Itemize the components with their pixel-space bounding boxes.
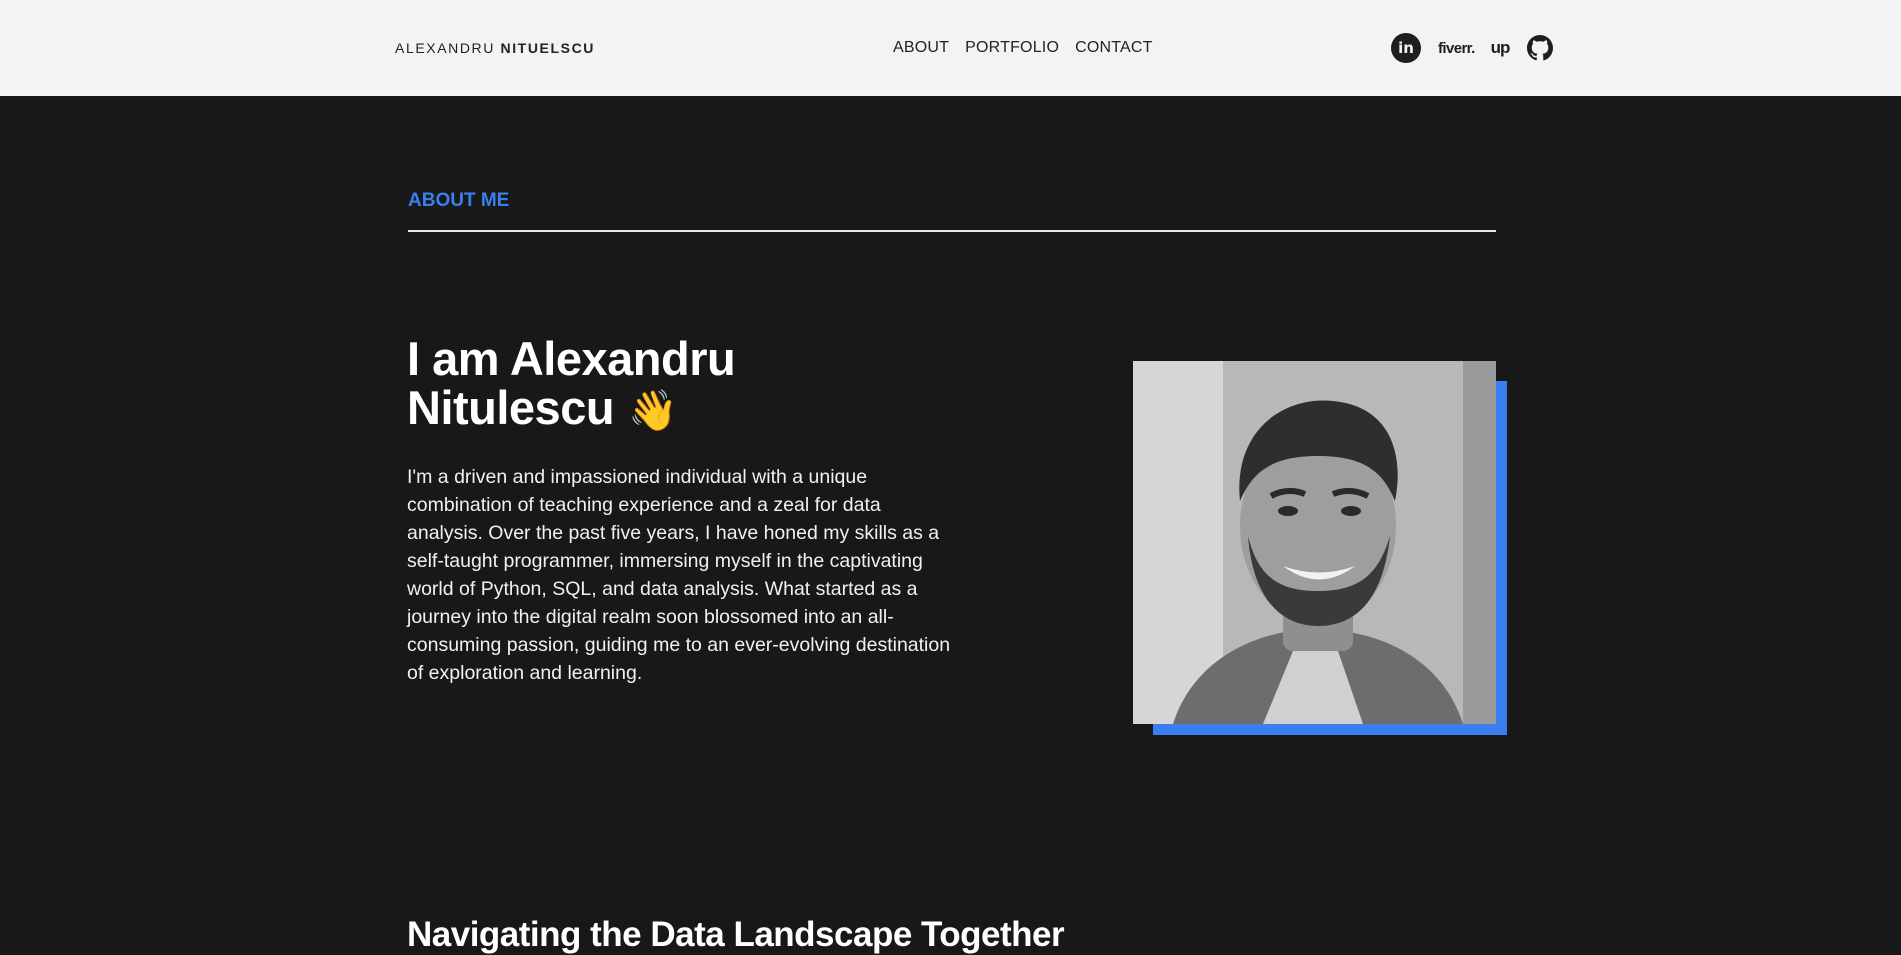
wave-icon: 👋 <box>628 388 678 434</box>
section-title-about: ABOUT ME <box>408 190 510 211</box>
upwork-icon: up <box>1490 38 1511 57</box>
site-logo[interactable]: ALEXANDRU NITUELSCU <box>395 40 595 56</box>
fiverr-link[interactable]: fiverr. <box>1438 34 1475 62</box>
social-links: in fiverr. up <box>1391 33 1554 63</box>
nav-about[interactable]: ABOUT <box>893 39 949 57</box>
github-icon <box>1527 35 1554 61</box>
linkedin-icon: in <box>1391 33 1421 63</box>
logo-first-name: ALEXANDRU <box>395 40 495 56</box>
hero-heading-line1: I am Alexandru <box>407 332 736 385</box>
linkedin-link[interactable]: in <box>1391 33 1421 63</box>
profile-photo-frame <box>1133 361 1507 737</box>
github-link[interactable] <box>1527 34 1554 62</box>
portrait-illustration <box>1133 361 1496 724</box>
hero-heading: I am Alexandru Nitulescu 👋 <box>407 334 827 436</box>
site-header: ALEXANDRU NITUELSCU ABOUT PORTFOLIO CONT… <box>0 0 1901 96</box>
bio-paragraph: I'm a driven and impassioned individual … <box>407 466 951 684</box>
profile-photo <box>1133 361 1496 724</box>
hero-heading-line2: Nitulescu <box>407 381 615 434</box>
section-divider <box>408 230 1496 232</box>
section-title-data-landscape: Navigating the Data Landscape Together <box>407 915 1065 954</box>
nav-contact[interactable]: CONTACT <box>1075 39 1153 57</box>
logo-last-name: NITUELSCU <box>500 40 595 56</box>
upwork-link[interactable]: up <box>1490 34 1511 62</box>
fiverr-icon: fiverr. <box>1438 39 1475 57</box>
main-nav: ABOUT PORTFOLIO CONTACT <box>893 39 1153 57</box>
nav-portfolio[interactable]: PORTFOLIO <box>965 39 1059 57</box>
